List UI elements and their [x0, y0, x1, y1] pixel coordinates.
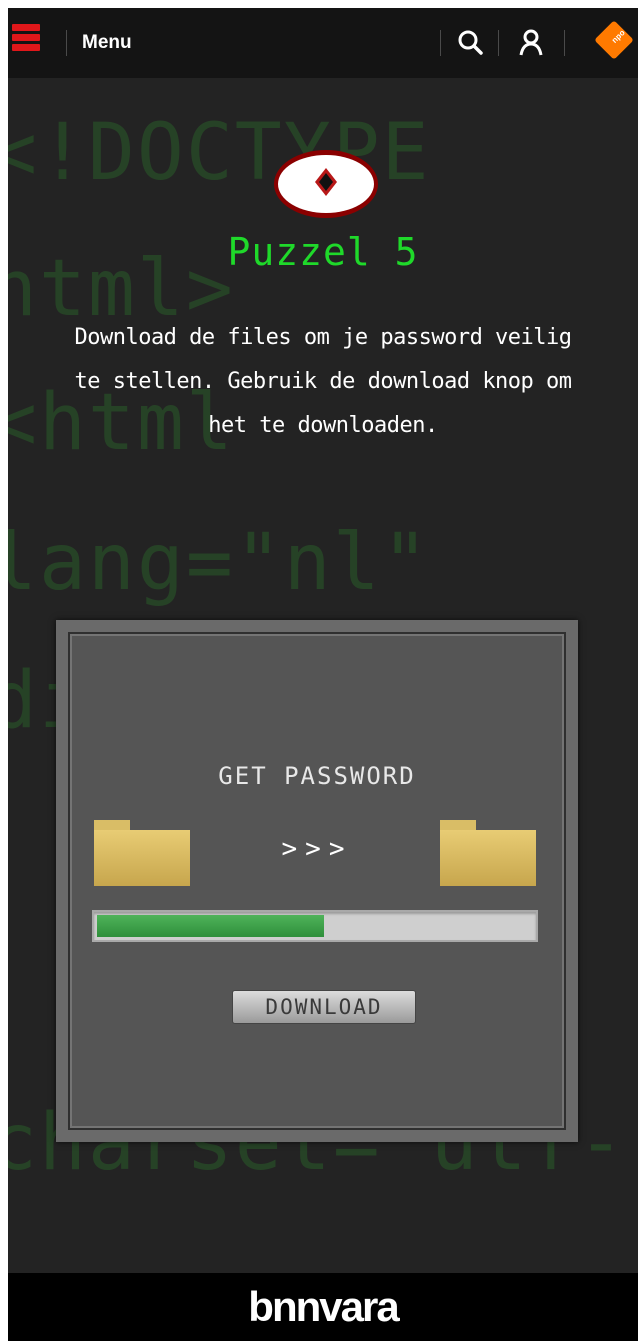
divider: [440, 30, 441, 56]
divider: [66, 30, 67, 56]
footer-brand-logo[interactable]: bnnvara: [8, 1283, 638, 1331]
eye-icon: [274, 150, 378, 218]
hamburger-logo-icon[interactable]: [12, 24, 40, 60]
download-progress-fill: [97, 915, 324, 937]
background-code-line: lang="nl": [8, 518, 431, 608]
page: <!DOCTYPE html> <html lang="nl" di chars…: [8, 8, 638, 1341]
user-icon[interactable]: [514, 26, 548, 60]
search-icon[interactable]: [454, 26, 488, 60]
divider: [498, 30, 499, 56]
top-bar: Menu npo: [8, 8, 638, 78]
destination-folder-icon: [440, 820, 536, 886]
panel-heading: GET PASSWORD: [218, 762, 416, 790]
puzzle-title: Puzzel 5: [227, 230, 419, 274]
download-button[interactable]: DOWNLOAD: [232, 990, 416, 1024]
password-panel: GET PASSWORD >>> DOWNLOAD: [56, 620, 578, 1142]
divider: [564, 30, 565, 56]
footer: bnnvara: [8, 1273, 638, 1341]
password-panel-inner: GET PASSWORD >>> DOWNLOAD: [68, 632, 566, 1130]
puzzle-intro: Download de files om je password veilig …: [74, 325, 572, 438]
download-progress-bar: [92, 910, 538, 942]
menu-button[interactable]: Menu: [82, 32, 132, 54]
